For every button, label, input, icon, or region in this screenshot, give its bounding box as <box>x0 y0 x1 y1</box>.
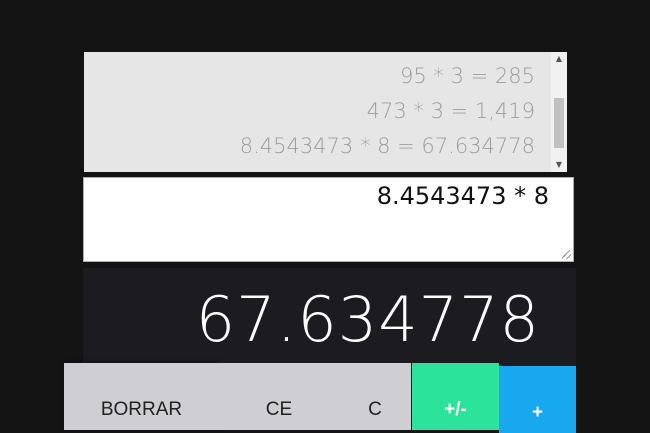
expression-input[interactable]: 8.4543473 * 8 <box>83 177 574 262</box>
calculator: 95 * 3 = 285 473 * 3 = 1,419 8.4543473 *… <box>64 52 576 433</box>
history-scrollbar[interactable]: ▲ ▼ <box>551 52 567 172</box>
history-line[interactable]: 473 * 3 = 1,419 <box>84 94 535 129</box>
expression-text: 8.4543473 * 8 <box>376 182 549 210</box>
history-panel[interactable]: 95 * 3 = 285 473 * 3 = 1,419 8.4543473 *… <box>84 52 567 172</box>
scroll-up-arrow-icon[interactable]: ▲ <box>551 52 567 66</box>
clear-button-label: C <box>368 398 382 420</box>
borrar-button-label: BORRAR <box>100 398 183 420</box>
borrar-button[interactable]: BORRAR <box>64 363 219 430</box>
clear-entry-button[interactable]: CE <box>219 363 339 430</box>
resize-grip-icon[interactable] <box>562 250 571 259</box>
plus-minus-button-label: +/- <box>444 398 467 420</box>
plus-button[interactable]: + <box>499 366 576 433</box>
history-line[interactable]: 8.4543473 * 8 = 67.634778 <box>84 129 535 164</box>
scroll-down-arrow-icon[interactable]: ▼ <box>551 158 567 172</box>
plus-button-label: + <box>531 401 544 423</box>
scroll-thumb[interactable] <box>554 98 564 148</box>
history-line[interactable]: 95 * 3 = 285 <box>84 59 535 94</box>
result-display: 67.634778 <box>83 268 576 378</box>
clear-button[interactable]: C <box>339 363 411 430</box>
clear-entry-button-label: CE <box>265 398 293 420</box>
plus-minus-button[interactable]: +/- <box>412 363 499 430</box>
result-value: 67.634778 <box>195 283 540 356</box>
